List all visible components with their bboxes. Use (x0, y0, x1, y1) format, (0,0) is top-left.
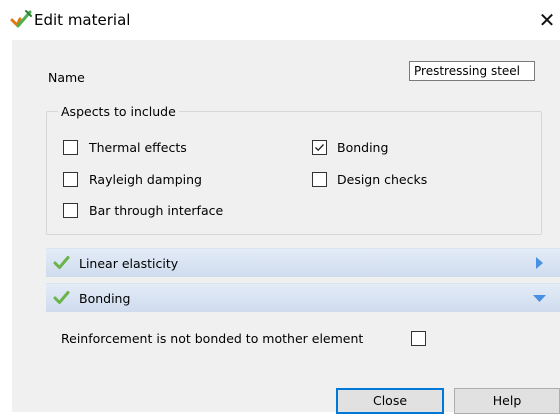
bar-through-interface-checkbox[interactable] (63, 203, 78, 218)
design-checks-label: Design checks (337, 172, 428, 187)
aspects-group-title: Aspects to include (58, 104, 179, 119)
section-linear-elasticity[interactable]: Linear elasticity (46, 248, 560, 277)
bonding-checkbox[interactable] (312, 140, 327, 155)
not-bonded-label: Reinforcement is not bonded to mother el… (61, 331, 364, 346)
help-button[interactable]: Help (454, 388, 560, 414)
section-bonding-label: Bonding (79, 291, 131, 306)
chevron-down-icon[interactable] (533, 294, 546, 302)
check-icon (53, 256, 70, 269)
chevron-right-icon[interactable] (535, 257, 544, 269)
close-icon[interactable]: ✕ (534, 6, 560, 34)
window-title: Edit material (34, 11, 131, 29)
bar-through-interface-label: Bar through interface (89, 203, 224, 218)
name-input[interactable]: Prestressing steel (409, 61, 535, 81)
design-checks-checkbox[interactable] (312, 172, 327, 187)
not-bonded-checkbox[interactable] (411, 331, 426, 346)
bonding-label: Bonding (337, 140, 389, 155)
title-bar: Edit material ✕ (0, 0, 560, 40)
material-edit-icon (10, 8, 34, 30)
section-bonding[interactable]: Bonding (46, 283, 560, 312)
rayleigh-damping-checkbox[interactable] (63, 172, 78, 187)
section-linear-elasticity-label: Linear elasticity (79, 256, 179, 271)
thermal-effects-label: Thermal effects (89, 140, 187, 155)
name-label: Name (48, 70, 85, 85)
thermal-effects-checkbox[interactable] (63, 140, 78, 155)
check-icon (53, 291, 70, 304)
close-button[interactable]: Close (336, 388, 444, 414)
checkmark-icon (315, 144, 324, 152)
rayleigh-damping-label: Rayleigh damping (89, 172, 202, 187)
